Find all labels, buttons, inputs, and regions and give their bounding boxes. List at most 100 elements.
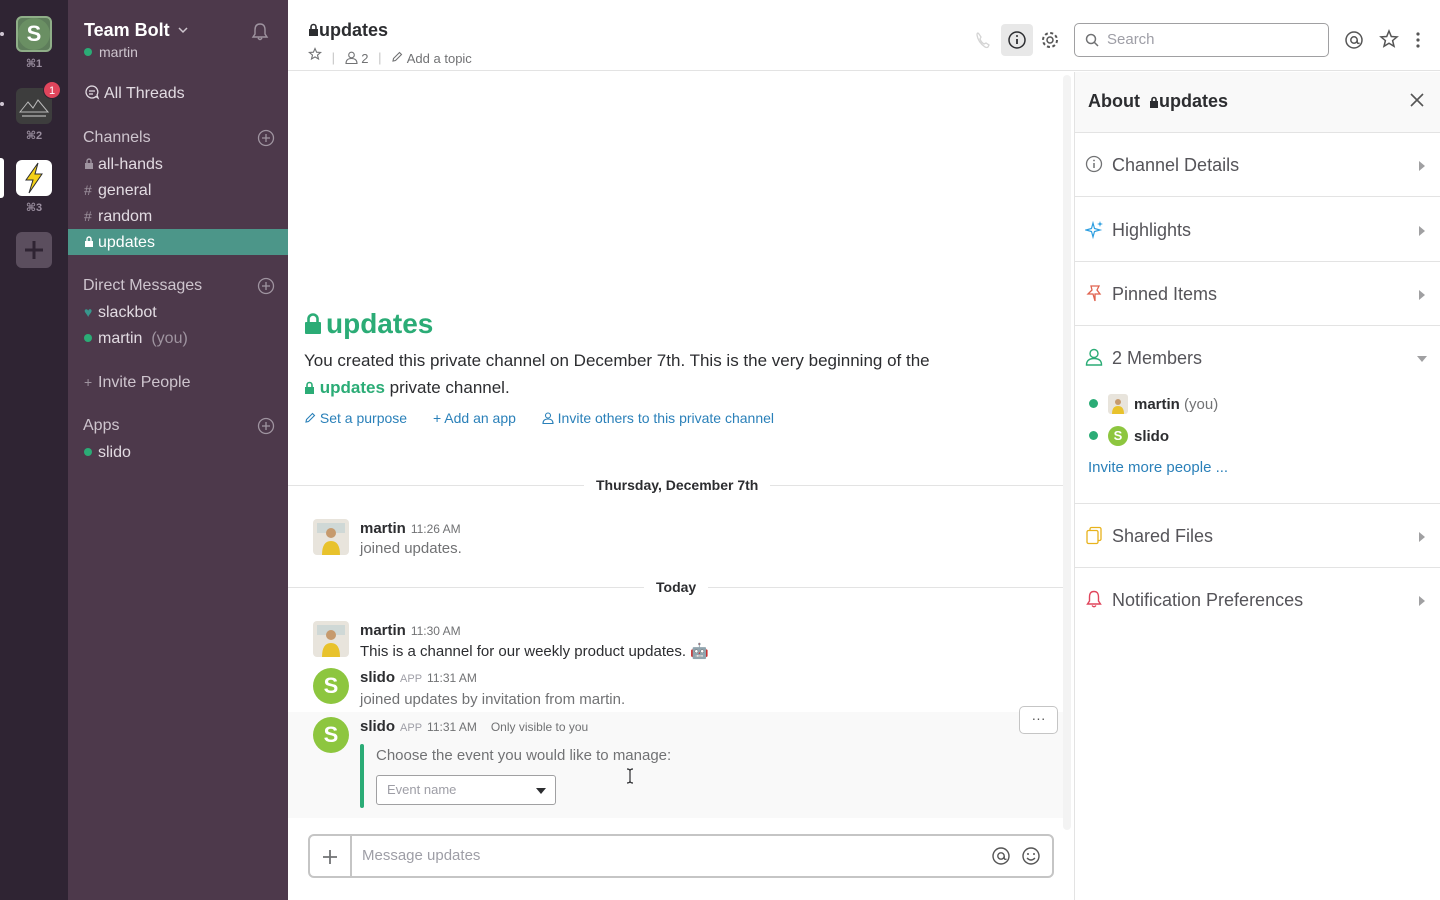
lock-icon	[84, 151, 98, 177]
add-topic[interactable]: Add a topic	[391, 50, 472, 66]
avatar[interactable]	[313, 519, 349, 555]
channel-title[interactable]: updates	[308, 20, 388, 41]
chevron-down-icon[interactable]	[1417, 356, 1427, 362]
section-label: Channel Details	[1112, 155, 1240, 175]
intro-channel-link[interactable]: updates	[304, 378, 385, 397]
pencil-icon	[392, 51, 403, 62]
message-time[interactable]: 11:30 AM	[411, 624, 461, 638]
section-notification-preferences[interactable]: Notification Preferences	[1075, 568, 1440, 632]
direct-messages-heading[interactable]: Direct Messages	[83, 277, 202, 295]
sidebar-channel-random[interactable]: # random	[68, 203, 288, 229]
channels-heading[interactable]: Channels	[83, 129, 151, 147]
add-dm-icon[interactable]	[257, 277, 275, 295]
team-menu[interactable]: Team Bolt	[84, 20, 188, 41]
gear-icon[interactable]	[1034, 24, 1066, 56]
section-label: Pinned Items	[1112, 284, 1218, 304]
message-author[interactable]: slido	[360, 669, 395, 686]
hash-icon: #	[84, 182, 92, 198]
workspace-3[interactable]	[16, 160, 52, 196]
attach-button[interactable]	[310, 836, 352, 876]
invite-others-label: Invite others to this private channel	[557, 410, 775, 426]
set-purpose-link[interactable]: Set a purpose	[304, 410, 407, 426]
section-members: 2 Members	[1075, 326, 1440, 504]
add-channel-icon[interactable]	[257, 129, 275, 147]
day-label: Thursday, December 7th	[584, 477, 771, 493]
chevron-down-icon	[178, 27, 188, 34]
section-pinned-items[interactable]: Pinned Items	[1075, 262, 1440, 326]
event-select[interactable]: Event name	[376, 775, 556, 805]
message-author[interactable]: martin	[360, 622, 406, 639]
more-vertical-icon[interactable]	[1402, 24, 1434, 56]
invite-others-link[interactable]: Invite others to this private channel	[542, 410, 774, 426]
section-channel-details[interactable]: Channel Details	[1075, 133, 1440, 197]
channel-intro-title: updates	[304, 308, 433, 340]
message-input[interactable]: Message updates	[362, 847, 480, 864]
person-icon	[1085, 348, 1103, 366]
at-icon[interactable]	[991, 846, 1011, 866]
workspace-2-shortcut: ⌘2	[25, 130, 43, 142]
event-select-placeholder: Event name	[387, 782, 457, 797]
section-shared-files[interactable]: Shared Files	[1075, 504, 1440, 568]
info-icon	[1085, 155, 1103, 173]
add-app-link[interactable]: + Add an app	[433, 410, 516, 426]
member-count[interactable]: 2	[345, 50, 369, 66]
close-icon[interactable]	[1409, 92, 1425, 108]
message-author[interactable]: slido	[360, 718, 395, 735]
add-workspace-button[interactable]	[16, 232, 52, 268]
sidebar-channel-all-hands[interactable]: all-hands	[68, 151, 288, 177]
message-text: joined updates by invitation from martin…	[360, 691, 626, 708]
sidebar-channel-updates[interactable]: updates	[68, 229, 288, 255]
avatar[interactable]	[313, 621, 349, 657]
workspace-2-badge: 1	[43, 81, 61, 99]
slack-app: S ⌘1 1 ⌘2 ⌘3 Team Bolt martin All Thread…	[0, 0, 1440, 900]
message-pane: updates You created this private channel…	[288, 72, 1063, 818]
chevron-right-icon	[1419, 290, 1425, 300]
star-icon[interactable]	[1373, 24, 1405, 56]
member-slido[interactable]: Sslido	[1089, 426, 1169, 446]
heart-icon: ♥	[84, 304, 93, 320]
message-time[interactable]: 11:31 AM	[427, 720, 477, 734]
message-header: slido APP 11:31 AM	[360, 669, 477, 686]
slido-avatar[interactable]: S	[313, 668, 349, 704]
set-purpose-label: Set a purpose	[319, 410, 408, 426]
message-author[interactable]: martin	[360, 520, 406, 537]
at-icon[interactable]	[1338, 24, 1370, 56]
sidebar-app-slido[interactable]: slido	[68, 439, 288, 465]
channel-intro-text: You created this private channel on Dece…	[304, 347, 1004, 401]
you-tag: (you)	[151, 330, 188, 347]
member-count-value: 2	[361, 50, 369, 66]
message-header: martin 11:26 AM	[360, 520, 461, 537]
sidebar-dm-martin[interactable]: martin (you)	[68, 325, 288, 351]
section-label[interactable]: 2 Members	[1112, 348, 1202, 369]
chevron-right-icon	[1419, 161, 1425, 171]
emoji-icon[interactable]	[1021, 846, 1041, 866]
sidebar-channel-general[interactable]: # general	[68, 177, 288, 203]
message-time[interactable]: 11:26 AM	[411, 522, 461, 536]
apps-heading[interactable]: Apps	[83, 417, 119, 435]
invite-more-link[interactable]: Invite more people ...	[1088, 459, 1228, 476]
add-app-icon[interactable]	[257, 417, 275, 435]
add-app-label: Add an app	[444, 410, 516, 426]
channel-info-button[interactable]	[1001, 24, 1033, 56]
invite-people-link[interactable]: + Invite People	[68, 369, 288, 395]
channel-name: all-hands	[98, 156, 163, 173]
sidebar-dm-slackbot[interactable]: ♥ slackbot	[68, 299, 288, 325]
phone-icon[interactable]	[968, 24, 1000, 56]
bell-icon[interactable]	[250, 22, 270, 42]
files-icon	[1086, 526, 1102, 545]
search-input[interactable]: Search	[1074, 23, 1329, 57]
message-actions-button[interactable]: ···	[1019, 706, 1058, 734]
member-martin[interactable]: martin (you)	[1089, 394, 1218, 414]
panel-channel-name: updates	[1159, 91, 1229, 111]
message-time[interactable]: 11:31 AM	[427, 671, 477, 685]
message-scrollbar[interactable]	[1063, 75, 1071, 830]
app-badge: APP	[400, 722, 423, 734]
section-highlights[interactable]: Highlights	[1075, 198, 1440, 262]
chevron-right-icon	[1419, 226, 1425, 236]
star-icon[interactable]	[308, 47, 322, 61]
all-threads[interactable]: All Threads	[68, 81, 288, 107]
intro-channel-link-text: updates	[319, 378, 385, 397]
workspace-1[interactable]: S	[16, 16, 52, 52]
all-threads-label: All Threads	[104, 85, 185, 102]
slido-avatar[interactable]: S	[313, 717, 349, 753]
